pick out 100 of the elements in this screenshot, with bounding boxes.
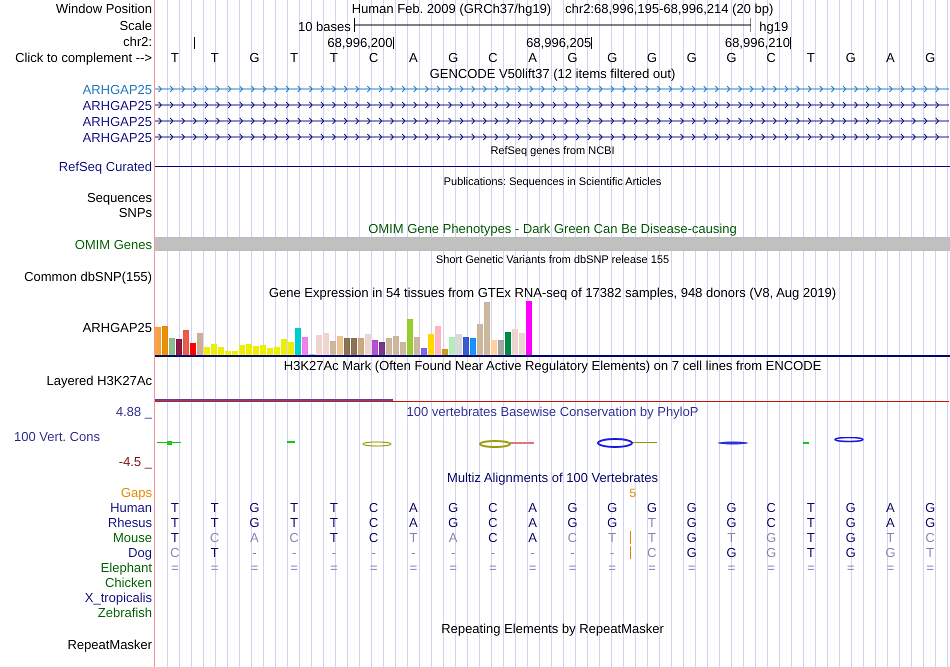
base-letter[interactable]: T	[274, 50, 314, 64]
base-letter[interactable]: G	[552, 50, 592, 64]
aligned-base: =	[728, 561, 736, 574]
base-letter[interactable]: C	[473, 50, 513, 64]
aligned-base: T	[806, 531, 815, 544]
tick-mark	[194, 36, 195, 49]
tick-mark	[392, 36, 394, 49]
aligned-base: T	[926, 546, 934, 559]
aligned-base: T	[170, 501, 179, 514]
aligned-base: C	[925, 531, 935, 544]
gene-label: ARHGAP25	[82, 98, 152, 112]
aligned-base: A	[448, 531, 458, 544]
aligned-base: =	[528, 561, 536, 574]
track-label: ARHGAP25	[82, 321, 152, 334]
aligned-base: T	[409, 531, 418, 544]
base-letter[interactable]: G	[632, 50, 672, 64]
aligned-base: =	[886, 561, 894, 574]
track-label: Scale	[119, 18, 152, 32]
axis-min-label: -4.5 _	[118, 455, 152, 468]
base-letter[interactable]: C	[751, 50, 791, 64]
aligned-base: G	[646, 501, 657, 514]
aligned-base: =	[648, 561, 656, 574]
base-letter[interactable]: T	[314, 50, 354, 64]
tick-mark	[790, 36, 791, 49]
track-label: SNPs	[118, 206, 152, 219]
track-title: Short Genetic Variants from dbSNP release 155	[436, 254, 670, 266]
track-title: Repeating Elements by RepeatMasker	[441, 622, 664, 635]
aligned-base: =	[370, 561, 378, 574]
aligned-base: -	[371, 546, 376, 559]
aligned-base: -	[610, 546, 614, 559]
aligned-base: =	[250, 561, 258, 574]
aligned-base: C	[647, 546, 657, 559]
track-title: Gene Expression in 54 tissues from GTEx RNA-seq of 17382 samples, 948 donors (V8, Aug 2019)	[268, 286, 836, 298]
aligned-base: =	[767, 561, 775, 574]
gene-label: ARHGAP25	[82, 82, 152, 96]
base-letter[interactable]: G	[910, 50, 950, 64]
aligned-base: A	[409, 501, 418, 514]
base-letter[interactable]: T	[155, 50, 195, 64]
base-letter[interactable]: A	[870, 50, 910, 64]
base-letter[interactable]: G	[592, 50, 632, 64]
species-label: Zebrafish	[98, 606, 152, 619]
aligned-base: C	[766, 516, 776, 529]
aligned-base: A	[528, 501, 537, 514]
aligned-base: -	[570, 546, 575, 559]
aligned-base: C	[368, 501, 378, 514]
track-label: Common dbSNP(155)	[24, 270, 152, 282]
base-letter[interactable]: A	[394, 50, 434, 64]
aligned-base: G	[846, 501, 856, 514]
aligned-base: =	[290, 561, 298, 574]
aligned-base: =	[608, 561, 616, 574]
base-letter[interactable]: A	[512, 50, 552, 64]
aligned-base: T	[210, 516, 219, 529]
aligned-base: A	[250, 531, 259, 544]
species-label: Elephant	[100, 561, 152, 574]
tick-mark	[591, 36, 592, 49]
gap-count: 5	[629, 486, 636, 498]
position-range: chr2:68,996,195-68,996,214 (20 bp)	[565, 0, 774, 18]
base-letter[interactable]: G	[234, 50, 274, 64]
aligned-base: -	[292, 546, 296, 559]
aligned-base: G	[607, 501, 618, 514]
base-letter[interactable]: G	[433, 50, 473, 64]
aligned-base: -	[450, 546, 456, 559]
species-label: X_tropicalis	[84, 591, 152, 604]
aligned-base: =	[846, 561, 854, 574]
base-letter[interactable]: T	[791, 50, 831, 64]
aligned-base: T	[210, 546, 219, 559]
track-label: RepeatMasker	[67, 638, 152, 651]
aligned-base: T	[330, 501, 338, 514]
species-label: Rhesus	[108, 516, 152, 529]
position-label: 68,996,205	[526, 34, 592, 52]
aligned-base: G	[686, 531, 697, 544]
base-letter[interactable]: T	[194, 50, 234, 64]
aligned-base: A	[528, 516, 537, 529]
aligned-base: C	[368, 516, 378, 529]
aligned-base: G	[766, 531, 776, 544]
aligned-base: G	[925, 516, 936, 529]
track-title: 100 vertebrates Basewise Conservation by PhyloP	[406, 404, 698, 418]
position-label: 68,996,200	[327, 34, 392, 52]
aligned-base: A	[886, 501, 895, 514]
aligned-base: -	[490, 546, 496, 559]
aligned-base: T	[648, 531, 656, 544]
aligned-base: T	[806, 546, 815, 559]
base-letter[interactable]: G	[712, 50, 752, 64]
aligned-base: C	[568, 531, 578, 544]
aligned-base: G	[885, 546, 896, 559]
aligned-base: -	[530, 546, 535, 559]
aligned-base: T	[330, 531, 338, 544]
aligned-base: -	[252, 546, 257, 559]
aligned-base: G	[686, 516, 697, 529]
base-letter[interactable]: G	[830, 50, 870, 64]
base-letter[interactable]: G	[672, 50, 712, 64]
aligned-base: A	[528, 531, 537, 544]
track-title: RefSeq genes from NCBI	[490, 146, 615, 157]
track-title: OMIM Gene Phenotypes - Dark Green Can Be Disease-causing	[368, 222, 737, 234]
species-label: Human	[110, 501, 152, 514]
aligned-base: G	[925, 501, 936, 514]
track-label: 100 Vert. Cons	[14, 430, 101, 443]
base-letter[interactable]: C	[354, 50, 394, 64]
track-label: RefSeq Curated	[58, 160, 152, 172]
aligned-base: -	[411, 546, 416, 559]
